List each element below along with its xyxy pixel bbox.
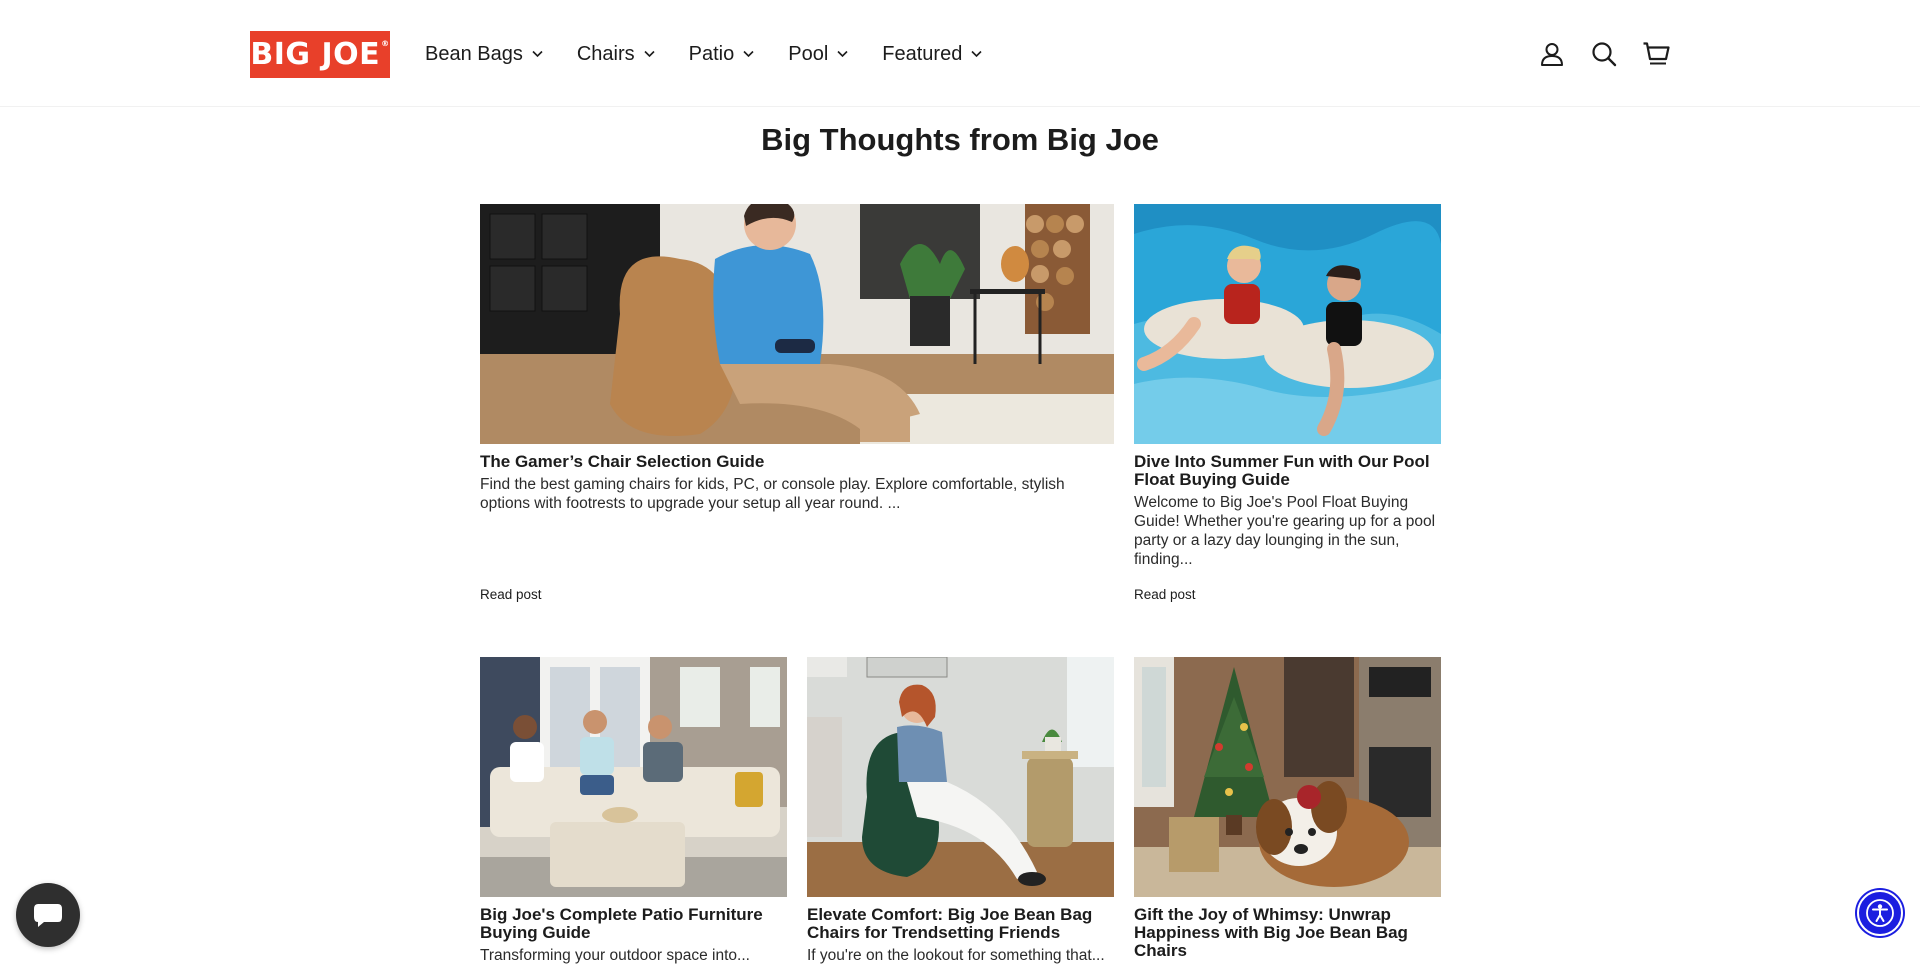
chevron-down-icon: [971, 50, 982, 58]
blog-post-card: Gift the Joy of Whimsy: Unwrap Happiness…: [1134, 657, 1441, 964]
nav-label: Featured: [882, 42, 963, 65]
chat-button[interactable]: [16, 883, 80, 947]
chevron-down-icon: [743, 50, 754, 58]
main-nav: Bean Bags Chairs Patio Pool Featured: [425, 38, 1016, 70]
site-header: BIG JOE® Bean Bags Chairs Patio Pool Fea…: [0, 0, 1920, 107]
post-title[interactable]: The Gamer’s Chair Selection Guide: [480, 453, 1114, 471]
post-excerpt: Welcome to Big Joe's Pool Float Buying G…: [1134, 494, 1436, 568]
nav-label: Pool: [788, 42, 829, 65]
accessibility-icon: [1866, 899, 1894, 927]
search-icon[interactable]: [1590, 40, 1618, 68]
nav-label: Chairs: [576, 42, 635, 65]
post-excerpt: Transforming your outdoor space into...: [480, 947, 750, 964]
nav-item-pool[interactable]: Pool: [788, 43, 848, 66]
blog-post-card: Dive Into Summer Fun with Our Pool Float…: [1134, 204, 1441, 569]
post-title[interactable]: Dive Into Summer Fun with Our Pool Float…: [1134, 453, 1441, 489]
post-title[interactable]: Elevate Comfort: Big Joe Bean Bag Chairs…: [807, 906, 1114, 942]
blog-post-card: The Gamer’s Chair Selection Guide Find t…: [480, 204, 1114, 513]
page-title: Big Thoughts from Big Joe: [761, 122, 1159, 157]
cart-icon[interactable]: [1642, 40, 1670, 68]
chevron-down-icon: [644, 50, 655, 58]
post-image[interactable]: [480, 657, 787, 897]
post-excerpt: If you're on the lookout for something t…: [807, 947, 1105, 964]
nav-item-chairs[interactable]: Chairs: [577, 43, 655, 66]
blog-post-card: Big Joe's Complete Patio Furniture Buyin…: [480, 657, 787, 965]
post-image[interactable]: [807, 657, 1114, 897]
chevron-down-icon: [532, 50, 543, 58]
brand-logo[interactable]: BIG JOE®: [250, 31, 390, 78]
nav-item-bean-bags[interactable]: Bean Bags: [425, 43, 543, 66]
blog-post-card: Elevate Comfort: Big Joe Bean Bag Chairs…: [807, 657, 1114, 965]
post-title[interactable]: Big Joe's Complete Patio Furniture Buyin…: [480, 906, 787, 942]
post-excerpt: Find the best gaming chairs for kids, PC…: [480, 476, 1065, 512]
post-image[interactable]: [1134, 204, 1441, 444]
post-title[interactable]: Gift the Joy of Whimsy: Unwrap Happiness…: [1134, 906, 1441, 960]
chat-icon: [34, 904, 62, 927]
header-actions: [1538, 40, 1670, 68]
nav-item-patio[interactable]: Patio: [689, 43, 755, 66]
read-post-link[interactable]: Read post: [1134, 587, 1196, 602]
account-icon[interactable]: [1538, 40, 1566, 68]
post-image[interactable]: [1134, 657, 1441, 897]
accessibility-button[interactable]: [1857, 890, 1903, 936]
nav-label: Patio: [688, 42, 735, 65]
chevron-down-icon: [837, 50, 848, 58]
logo-text: BIG JOE®: [250, 36, 390, 72]
read-post-link[interactable]: Read post: [480, 587, 542, 602]
nav-label: Bean Bags: [425, 42, 523, 65]
nav-item-featured[interactable]: Featured: [882, 43, 982, 66]
post-image[interactable]: [480, 204, 1114, 444]
